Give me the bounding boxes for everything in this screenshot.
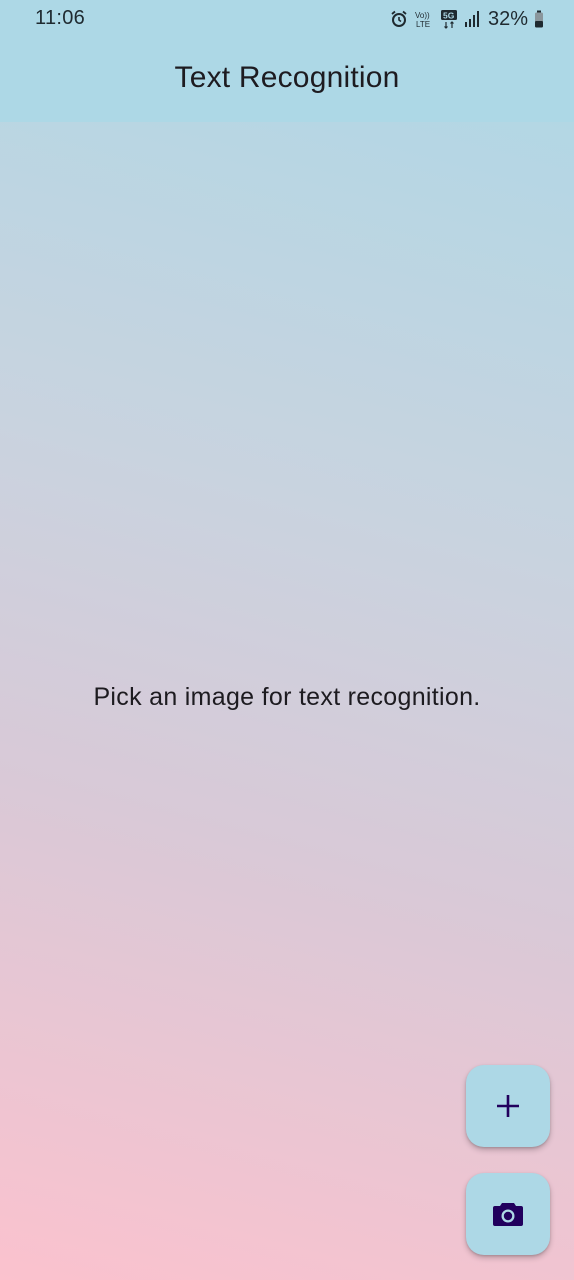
camera-button[interactable] [466, 1173, 550, 1255]
svg-text:Vo)): Vo)) [415, 11, 430, 20]
volte-icon: Vo)) LTE [414, 9, 434, 29]
camera-icon [492, 1200, 524, 1228]
signal-icon [464, 10, 480, 28]
status-icons: Vo)) LTE 5G 32% [390, 6, 544, 32]
5g-icon: 5G [440, 9, 458, 29]
svg-text:5G: 5G [443, 11, 455, 21]
battery-percent: 32% [487, 7, 528, 30]
plus-icon [495, 1093, 521, 1119]
status-time: 11:06 [35, 7, 86, 29]
page-title: Text Recognition [174, 61, 400, 94]
svg-text:LTE: LTE [416, 20, 430, 29]
add-image-button[interactable] [466, 1065, 550, 1147]
app-bar: Text Recognition [0, 38, 574, 122]
empty-state-message: Pick an image for text recognition. [93, 683, 481, 711]
battery-icon [534, 10, 544, 28]
status-bar: 11:06 Vo)) LTE 5G 32% [0, 0, 574, 38]
alarm-icon [390, 10, 408, 28]
